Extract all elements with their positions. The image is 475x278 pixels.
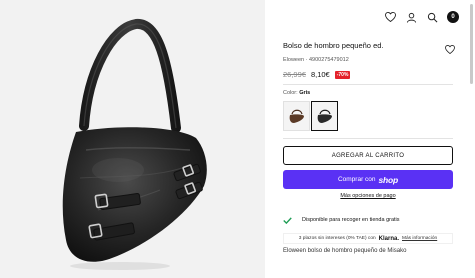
divider (283, 138, 453, 139)
scrollbar[interactable] (470, 4, 473, 84)
product-detail-panel: 0 Bolso de hombro pequeño ed. Eloween · … (265, 0, 475, 278)
wishlist-heart-icon[interactable] (445, 41, 455, 55)
user-icon[interactable] (405, 11, 417, 23)
shop-pay-button[interactable]: Comprar con shop (283, 170, 453, 189)
klarna-logo: Klarna. (378, 235, 399, 242)
product-brand-sku: Eloween · 4900275479012 (283, 57, 349, 63)
search-icon[interactable] (426, 11, 438, 23)
add-to-cart-button[interactable]: AGREGAR AL CARRITO (283, 146, 453, 165)
color-label: Color: Gris (283, 90, 310, 96)
check-icon (283, 211, 292, 229)
discount-badge: -70% (334, 70, 351, 79)
color-swatch-brown[interactable] (283, 101, 310, 131)
product-image[interactable] (0, 0, 265, 278)
color-value: Gris (299, 90, 311, 96)
shop-logo: shop (378, 174, 399, 185)
color-swatch-grey[interactable] (311, 101, 338, 131)
klarna-installments: 3 plazos sin intereses (0% TAE) con Klar… (283, 233, 453, 244)
price-row: 26,99€ 8,10€ -70% (283, 70, 351, 79)
heart-icon[interactable] (384, 11, 396, 23)
handbag-illustration (62, 19, 207, 270)
pickup-text: Disponible para recoger en tienda gratis (302, 217, 400, 223)
color-label-text: Color: (283, 90, 298, 96)
divider (283, 84, 453, 85)
klarna-text: 3 plazos sin intereses (0% TAE) con (298, 236, 376, 241)
more-payment-options-link[interactable]: Más opciones de pago (283, 193, 453, 199)
old-price: 26,99€ (283, 70, 306, 79)
shop-pay-label: Comprar con (337, 176, 376, 183)
product-description: Eloween bolso de hombro pequeño de Misak… (283, 248, 407, 254)
header-actions: 0 (384, 11, 459, 23)
pickup-availability: Disponible para recoger en tienda gratis (283, 211, 400, 229)
brown-bag-thumbnail (289, 109, 304, 123)
sale-price: 8,10€ (310, 70, 330, 79)
klarna-more-info-link[interactable]: Más información (402, 236, 437, 241)
cart-icon[interactable]: 0 (447, 11, 459, 23)
grey-bag-thumbnail (317, 109, 332, 123)
product-title: Bolso de hombro pequeño ed. (283, 41, 384, 50)
